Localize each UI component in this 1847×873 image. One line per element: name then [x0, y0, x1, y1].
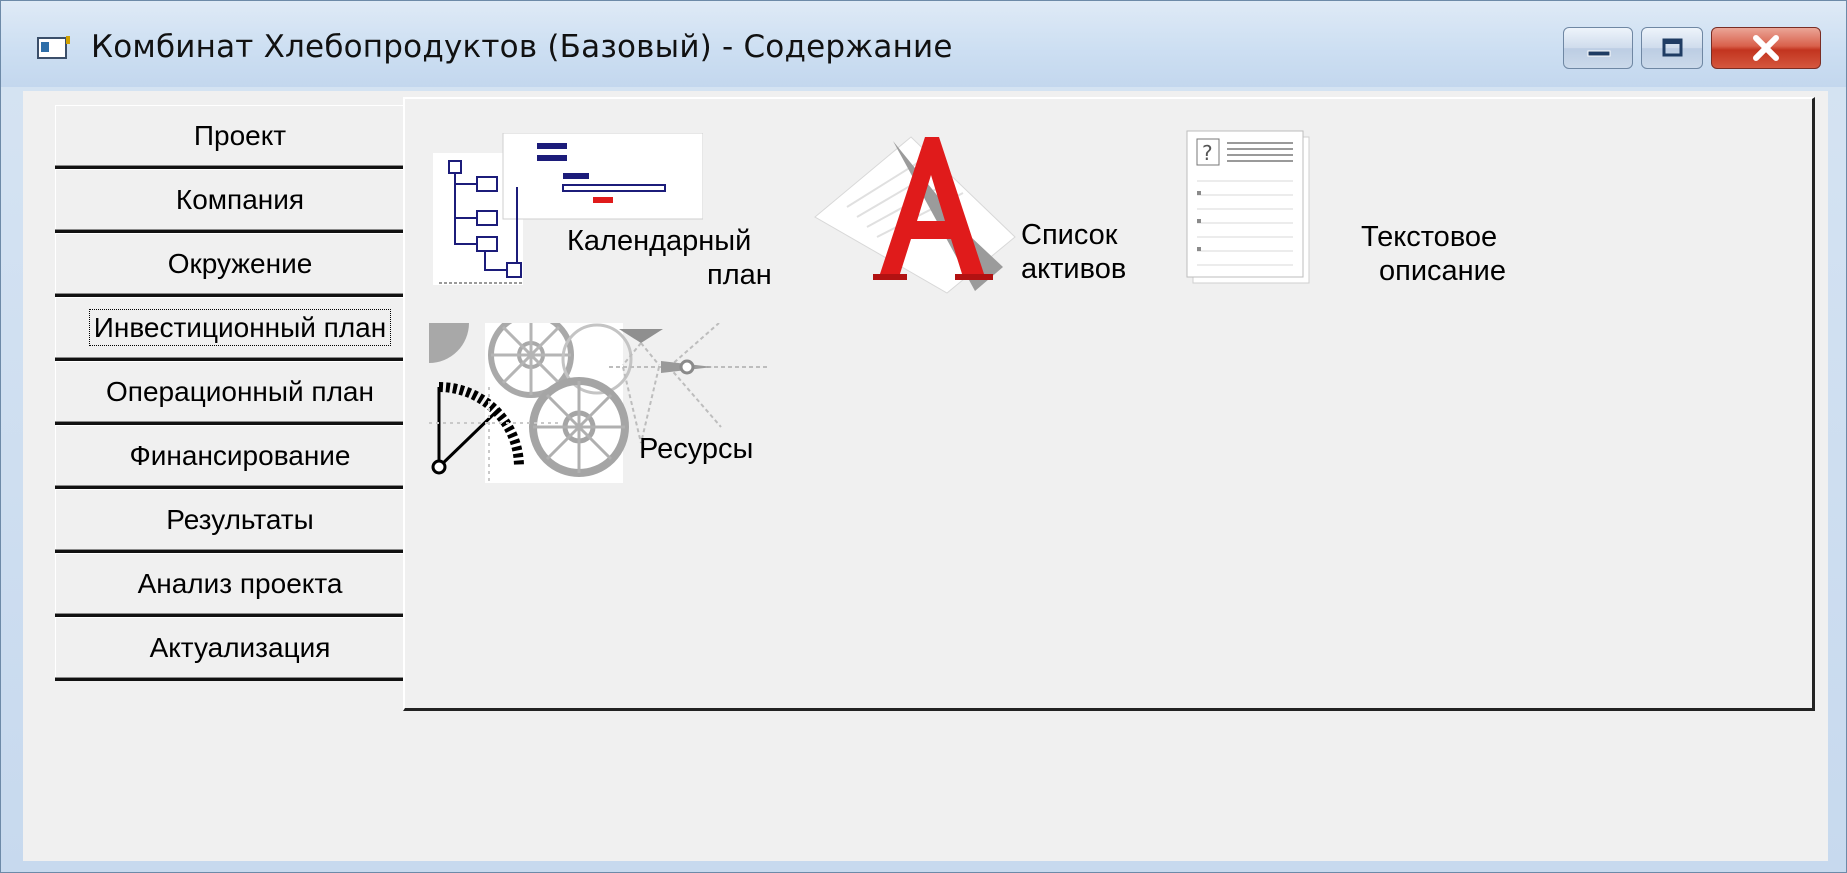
assets-list-label-2: активов [1021, 253, 1127, 285]
calendar-plan-label-1: Календарный [567, 225, 752, 257]
app-icon [37, 36, 70, 59]
text-description-label-2: описание [1379, 255, 1507, 287]
tab-project-analysis[interactable]: Анализ проекта [55, 553, 425, 617]
calendar-plan-label-2: план [707, 259, 772, 291]
app-window: Комбинат Хлебопродуктов (Базовый) - Соде… [0, 0, 1847, 873]
window-title: Комбинат Хлебопродуктов (Базовый) - Соде… [91, 29, 953, 65]
client-area: Проект Компания Окружение Инвестиционный… [23, 91, 1828, 861]
resources-label: Ресурсы [639, 433, 754, 465]
assets-list-label-1: Список [1021, 219, 1118, 251]
text-description-label-1: Текстовое [1361, 221, 1498, 253]
text-description-item[interactable]: ? Текстовое описание [1183, 129, 1523, 299]
minimize-button[interactable] [1563, 27, 1633, 69]
tab-label: Актуализация [149, 632, 331, 663]
text-document-icon: ? [1186, 130, 1310, 284]
close-button[interactable] [1711, 27, 1821, 69]
assets-letter-a-icon [814, 136, 1016, 294]
tab-label: Компания [175, 184, 305, 215]
resources-item[interactable]: Ресурсы [429, 323, 789, 487]
tab-label: Результаты [166, 504, 314, 535]
tab-label: Окружение [167, 248, 313, 279]
tab-actualization[interactable]: Актуализация [55, 617, 425, 681]
close-icon [1753, 35, 1779, 61]
maximize-button[interactable] [1641, 27, 1703, 69]
tab-results[interactable]: Результаты [55, 489, 425, 553]
minimize-icon [1587, 50, 1611, 57]
gantt-calendar-icon [433, 133, 703, 285]
tab-investment-plan[interactable]: Инвестиционный план [55, 297, 425, 361]
tab-project[interactable]: Проект [55, 105, 425, 169]
tab-label: Проект [193, 120, 287, 151]
tab-label: Анализ проекта [137, 568, 343, 599]
tab-label: Инвестиционный план [88, 308, 392, 347]
tab-label: Финансирование [129, 440, 351, 471]
tab-environment[interactable]: Окружение [55, 233, 425, 297]
title-bar[interactable]: Комбинат Хлебопродуктов (Базовый) - Соде… [1, 1, 1846, 87]
tab-operational-plan[interactable]: Операционный план [55, 361, 425, 425]
content-panel: Календарный план Список активов ? Тексто… [403, 97, 1815, 711]
tab-label: Операционный план [106, 376, 374, 407]
maximize-icon [1662, 38, 1683, 57]
assets-list-item[interactable]: Список активов [807, 127, 1147, 297]
svg-text:?: ? [1202, 141, 1213, 165]
tab-financing[interactable]: Финансирование [55, 425, 425, 489]
tab-company[interactable]: Компания [55, 169, 425, 233]
calendar-plan-item[interactable]: Календарный план [433, 133, 773, 293]
section-tabs: Проект Компания Окружение Инвестиционный… [55, 105, 425, 681]
